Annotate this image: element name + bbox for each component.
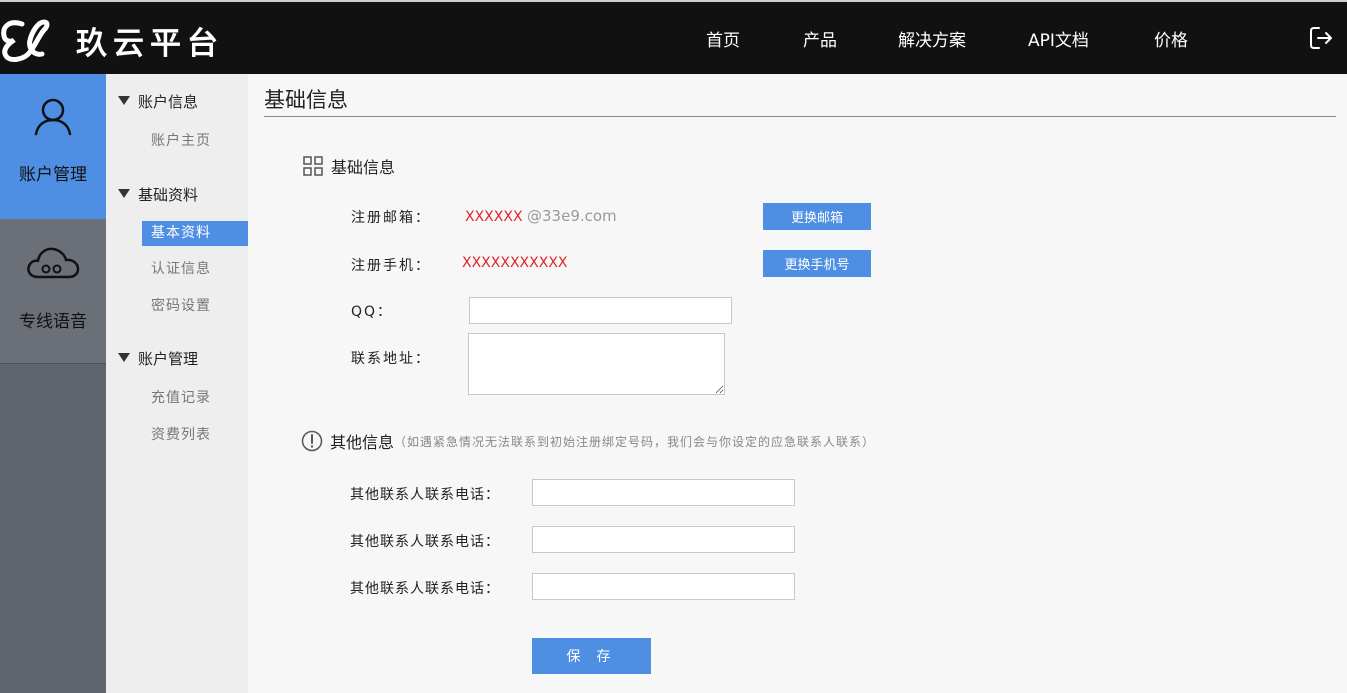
nav-pricing[interactable]: 价格 [1154,26,1188,51]
address-textarea[interactable] [468,333,725,395]
contact-phone-label-2: 其他联系人联系电话： [350,534,500,550]
title-divider [264,116,1336,117]
logout-icon[interactable] [1307,24,1335,52]
section-other-info-note: （如遇紧急情况无法联系到初始注册绑定号码，我们会与你设定的应急联系人联系） [394,434,876,449]
address-label: 联系地址： [351,351,431,367]
section-basic-info-title: 基础信息 [331,158,396,177]
triangle-down-icon [118,189,130,198]
submenu-item-basic-profile[interactable]: 基本资料 [142,221,248,246]
brand-name: 玖云平台 [76,25,224,62]
submenu-group-account-manage[interactable]: 账户管理 [118,348,198,369]
cloud-icon [27,247,80,279]
contact-phone-input-1[interactable] [532,479,795,506]
submenu-group-basic-data[interactable]: 基础资料 [118,184,198,205]
contact-phone-input-3[interactable] [532,573,795,600]
change-phone-button[interactable]: 更换手机号 [763,250,871,277]
main-content: 基础信息 基础信息 注册邮箱： XXXXXX @33e9.com 更换邮箱 注册… [248,74,1347,693]
top-navbar: 玖云平台 首页 产品 解决方案 API文档 价格 [0,0,1347,74]
nav-solutions[interactable]: 解决方案 [898,26,966,51]
page-title: 基础信息 [264,88,348,112]
change-email-button[interactable]: 更换邮箱 [763,203,871,230]
triangle-down-icon [118,353,130,362]
submenu-item-verification[interactable]: 认证信息 [142,257,248,282]
contact-phone-label-3: 其他联系人联系电话： [350,581,500,597]
email-domain: @33e9.com [527,207,617,225]
exclamation-circle-icon [301,430,323,452]
email-masked: XXXXXX [465,209,523,225]
submenu-item-recharge[interactable]: 充值记录 [142,386,248,411]
email-label: 注册邮箱： [351,210,431,226]
rail-item-voice[interactable]: 专线语音 [0,219,106,364]
section-other-info: 其他信息 （如遇紧急情况无法联系到初始注册绑定号码，我们会与你设定的应急联系人联… [301,429,875,453]
section-basic-info: 基础信息 [303,154,395,178]
submenu-item-password[interactable]: 密码设置 [142,294,248,319]
phone-label: 注册手机： [351,258,431,274]
qq-input[interactable] [469,297,732,324]
rail-label-voice: 专线语音 [19,312,87,332]
section-other-info-title: 其他信息 [330,433,395,452]
submenu-group-account-info[interactable]: 账户信息 [118,91,198,112]
user-icon [34,98,72,136]
triangle-down-icon [118,96,130,105]
rail-item-account[interactable]: 账户管理 [0,74,106,219]
nav-api-docs[interactable]: API文档 [1028,26,1089,51]
qq-label: QQ： [351,304,394,320]
brand-mark-icon [1,19,50,62]
grid-icon [303,156,323,176]
submenu-item-tariffs[interactable]: 资费列表 [142,423,248,448]
left-rail: 账户管理 专线语音 [0,74,106,693]
brand-logo[interactable]: 玖云平台 [0,18,224,62]
contact-phone-label-1: 其他联系人联系电话： [350,487,500,503]
phone-value: XXXXXXXXXXX [462,255,568,271]
nav-products[interactable]: 产品 [803,26,837,51]
email-value: XXXXXX @33e9.com [465,207,617,225]
rail-label-account: 账户管理 [19,165,87,185]
submenu: 账户信息 账户主页 基础资料 基本资料 认证信息 密码设置 账户管理 充值记录 … [106,74,248,693]
submenu-item-account-home[interactable]: 账户主页 [142,129,248,154]
nav-home[interactable]: 首页 [706,26,740,51]
contact-phone-input-2[interactable] [532,526,795,553]
save-button[interactable]: 保 存 [532,638,651,674]
